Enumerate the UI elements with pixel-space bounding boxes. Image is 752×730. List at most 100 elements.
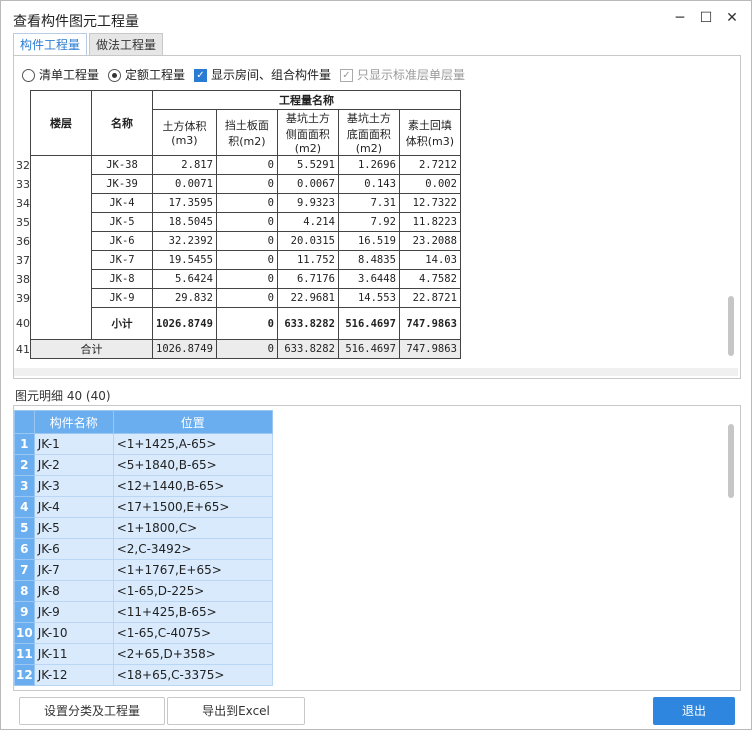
detail-row[interactable]: 6 JK-6 <2,C-3492>	[14, 538, 273, 560]
detail-row-number: 8	[14, 580, 35, 602]
detail-row[interactable]: 1 JK-1 <1+1425,A-65>	[14, 433, 273, 455]
value-cell: 8.4835	[337, 250, 400, 270]
detail-row[interactable]: 8 JK-8 <1-65,D-225>	[14, 580, 273, 602]
checkbox-standard-floor: ✓ 只显示标准层单层量	[340, 66, 465, 84]
vertical-scrollbar[interactable]	[728, 296, 734, 356]
exit-button[interactable]: 退出	[653, 697, 735, 725]
export-excel-button[interactable]: 导出到Excel	[167, 697, 305, 725]
radio-list-quantity[interactable]: 清单工程量	[22, 66, 99, 84]
quantity-table: 楼层 名称 工程量名称 土方体积(m3) 挡土板面积(m2) 基坑土方侧面面积(…	[14, 90, 461, 359]
radio-on-icon	[108, 68, 121, 82]
detail-position-cell: <5+1840,B-65>	[112, 454, 273, 476]
tab-method-quantity[interactable]: 做法工程量	[89, 33, 164, 56]
detail-name-cell: JK-6	[33, 538, 114, 560]
value-cell: 14.553	[337, 288, 400, 308]
value-cell: 6.7176	[276, 269, 339, 289]
detail-row[interactable]: 10 JK-10 <1-65,C-4075>	[14, 622, 273, 644]
detail-table: 构件名称 位置 1 JK-1 <1+1425,A-65> 2 JK-2 <5+1840,B…	[14, 410, 273, 686]
maximize-icon[interactable]: ☐	[697, 9, 715, 27]
value-cell: 0	[215, 288, 278, 308]
row-number: 41	[14, 339, 31, 359]
detail-row-number: 4	[14, 496, 35, 518]
dialog-window: 查看构件图元工程量 ─ ☐ ✕ 构件工程量 做法工程量 清单工程量 定额工程量 …	[0, 0, 752, 730]
detail-position-cell: <1+1800,C>	[112, 517, 273, 539]
checkbox-show-rooms-label: 显示房间、组合构件量	[211, 68, 332, 82]
detail-row-number: 6	[14, 538, 35, 560]
value-cell: 12.7322	[398, 193, 461, 213]
header-quantity-group: 工程量名称	[152, 90, 461, 110]
value-cell: 4.214	[276, 212, 339, 232]
row-number: 35	[14, 212, 31, 232]
detail-name-cell: JK-8	[33, 580, 114, 602]
value-cell: 5.6424	[152, 269, 217, 289]
component-name-cell: JK-9	[91, 288, 153, 308]
checkbox-checked-icon: ✓	[194, 68, 207, 82]
value-cell: 0.0071	[152, 174, 217, 194]
detail-row[interactable]: 3 JK-3 <12+1440,B-65>	[14, 475, 273, 497]
detail-vertical-scrollbar[interactable]	[728, 424, 734, 498]
horizontal-scrollbar[interactable]	[14, 368, 738, 376]
quantity-panel: 清单工程量 定额工程量 ✓ 显示房间、组合构件量 ✓ 只显示标准层单层量 楼层 …	[13, 55, 741, 379]
minimize-icon[interactable]: ─	[671, 9, 689, 27]
checkbox-standard-floor-label: 只显示标准层单层量	[357, 68, 466, 82]
header-col-shoring-area: 挡土板面积(m2)	[215, 109, 278, 156]
classify-quantity-button[interactable]: 设置分类及工程量	[19, 697, 165, 725]
value-cell: 0	[215, 231, 278, 251]
detail-name-cell: JK-10	[33, 622, 114, 644]
detail-row[interactable]: 2 JK-2 <5+1840,B-65>	[14, 454, 273, 476]
value-cell: 0	[215, 193, 278, 213]
detail-row-number: 2	[14, 454, 35, 476]
detail-label: 图元明细 40 (40)	[15, 389, 111, 403]
component-name-cell: JK-4	[91, 193, 153, 213]
value-cell: 2.817	[152, 155, 217, 175]
value-cell: 0	[215, 155, 278, 175]
title-bar: 查看构件图元工程量 ─ ☐ ✕	[1, 1, 751, 33]
subtotal-value-cell: 747.9863	[398, 307, 461, 340]
value-cell: 0.0067	[276, 174, 339, 194]
value-cell: 20.0315	[276, 231, 339, 251]
row-number: 40	[14, 307, 31, 340]
component-name-cell: JK-7	[91, 250, 153, 270]
value-cell: 0.143	[337, 174, 400, 194]
subtotal-value-cell: 0	[215, 307, 278, 340]
component-name-cell: JK-39	[91, 174, 153, 194]
close-icon[interactable]: ✕	[723, 9, 741, 27]
total-row[interactable]: 41 合计 1026.8749 0 633.8282 516.4697 747.9863	[14, 339, 461, 359]
value-cell: 14.03	[398, 250, 461, 270]
value-cell: 7.92	[337, 212, 400, 232]
value-cell: 17.3595	[152, 193, 217, 213]
row-number: 38	[14, 269, 31, 289]
radio-quota-quantity[interactable]: 定额工程量	[108, 66, 185, 84]
row-number: 32	[14, 155, 31, 175]
detail-position-cell: <11+425,B-65>	[112, 601, 273, 623]
detail-row-number: 3	[14, 475, 35, 497]
detail-row[interactable]: 4 JK-4 <17+1500,E+65>	[14, 496, 273, 518]
total-value-cell: 1026.8749	[152, 339, 217, 359]
subtotal-value-cell: 633.8282	[276, 307, 339, 340]
detail-position-cell: <1-65,D-225>	[112, 580, 273, 602]
detail-row-number: 10	[14, 622, 35, 644]
checkbox-show-rooms[interactable]: ✓ 显示房间、组合构件量	[194, 66, 331, 84]
value-cell: 19.5455	[152, 250, 217, 270]
tab-component-quantity[interactable]: 构件工程量	[13, 33, 88, 56]
detail-name-cell: JK-5	[33, 517, 114, 539]
detail-row-number: 7	[14, 559, 35, 581]
value-cell: 3.6448	[337, 269, 400, 289]
detail-row[interactable]: 12 JK-12 <18+65,C-3375>	[14, 664, 273, 686]
value-cell: 11.8223	[398, 212, 461, 232]
value-cell: 9.9323	[276, 193, 339, 213]
detail-row[interactable]: 5 JK-5 <1+1800,C>	[14, 517, 273, 539]
row-number: 33	[14, 174, 31, 194]
radio-off-icon	[22, 68, 35, 82]
table-row[interactable]: 32 JK-38 2.817 0 5.5291 1.2696 2.7212	[14, 155, 461, 340]
radio-quota-label: 定额工程量	[125, 68, 186, 82]
detail-row[interactable]: 9 JK-9 <11+425,B-65>	[14, 601, 273, 623]
subtotal-value-cell: 1026.8749	[152, 307, 217, 340]
detail-row[interactable]: 11 JK-11 <2+65,D+358>	[14, 643, 273, 665]
detail-row[interactable]: 7 JK-7 <1+1767,E+65>	[14, 559, 273, 581]
header-position: 位置	[112, 410, 273, 434]
header-col-backfill-volume: 素土回填体积(m3)	[398, 109, 461, 156]
value-cell: 32.2392	[152, 231, 217, 251]
value-cell: 0	[215, 269, 278, 289]
detail-name-cell: JK-4	[33, 496, 114, 518]
